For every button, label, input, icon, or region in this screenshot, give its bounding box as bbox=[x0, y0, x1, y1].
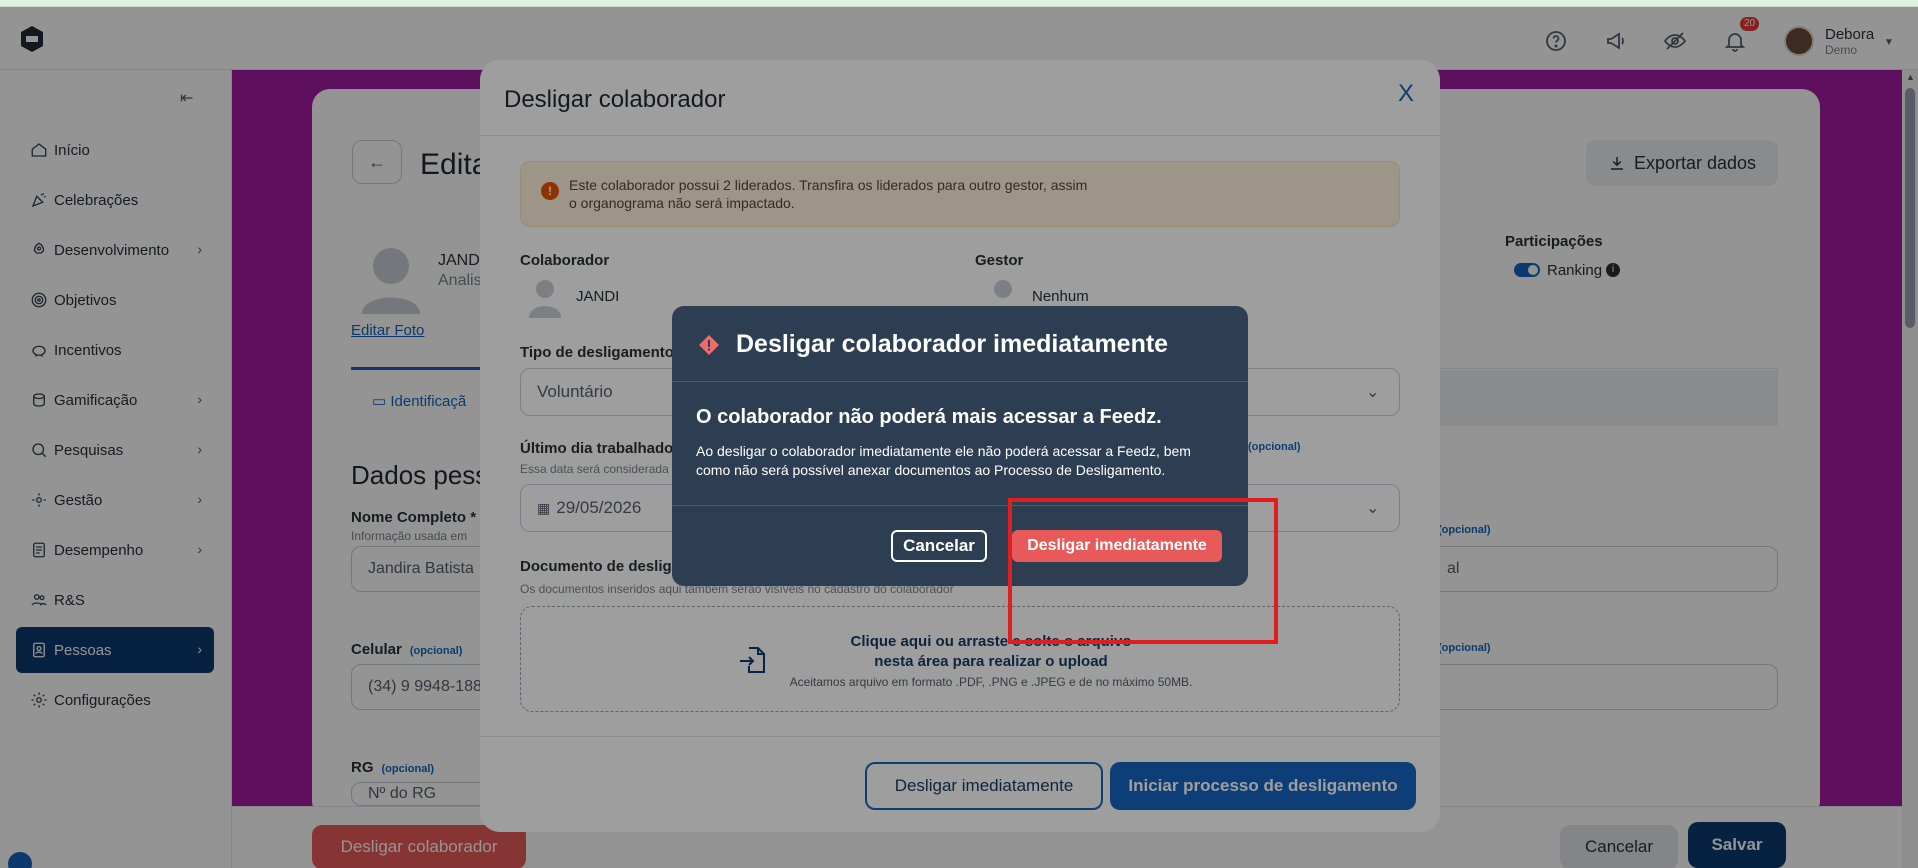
confirm-heading: O colaborador não poderá mais acessar a … bbox=[696, 406, 1162, 428]
confirm-cancel-button[interactable]: Cancelar bbox=[891, 530, 987, 562]
confirm-body: Ao desligar o colaborador imediatamente … bbox=[696, 443, 1191, 478]
confirm-title: Desligar colaborador imediatamente bbox=[736, 330, 1169, 358]
confirm-header-divider bbox=[672, 381, 1248, 382]
highlight-annotation-box bbox=[1008, 498, 1278, 644]
browser-top-strip bbox=[0, 0, 1918, 7]
alert-diamond-icon bbox=[699, 335, 719, 355]
